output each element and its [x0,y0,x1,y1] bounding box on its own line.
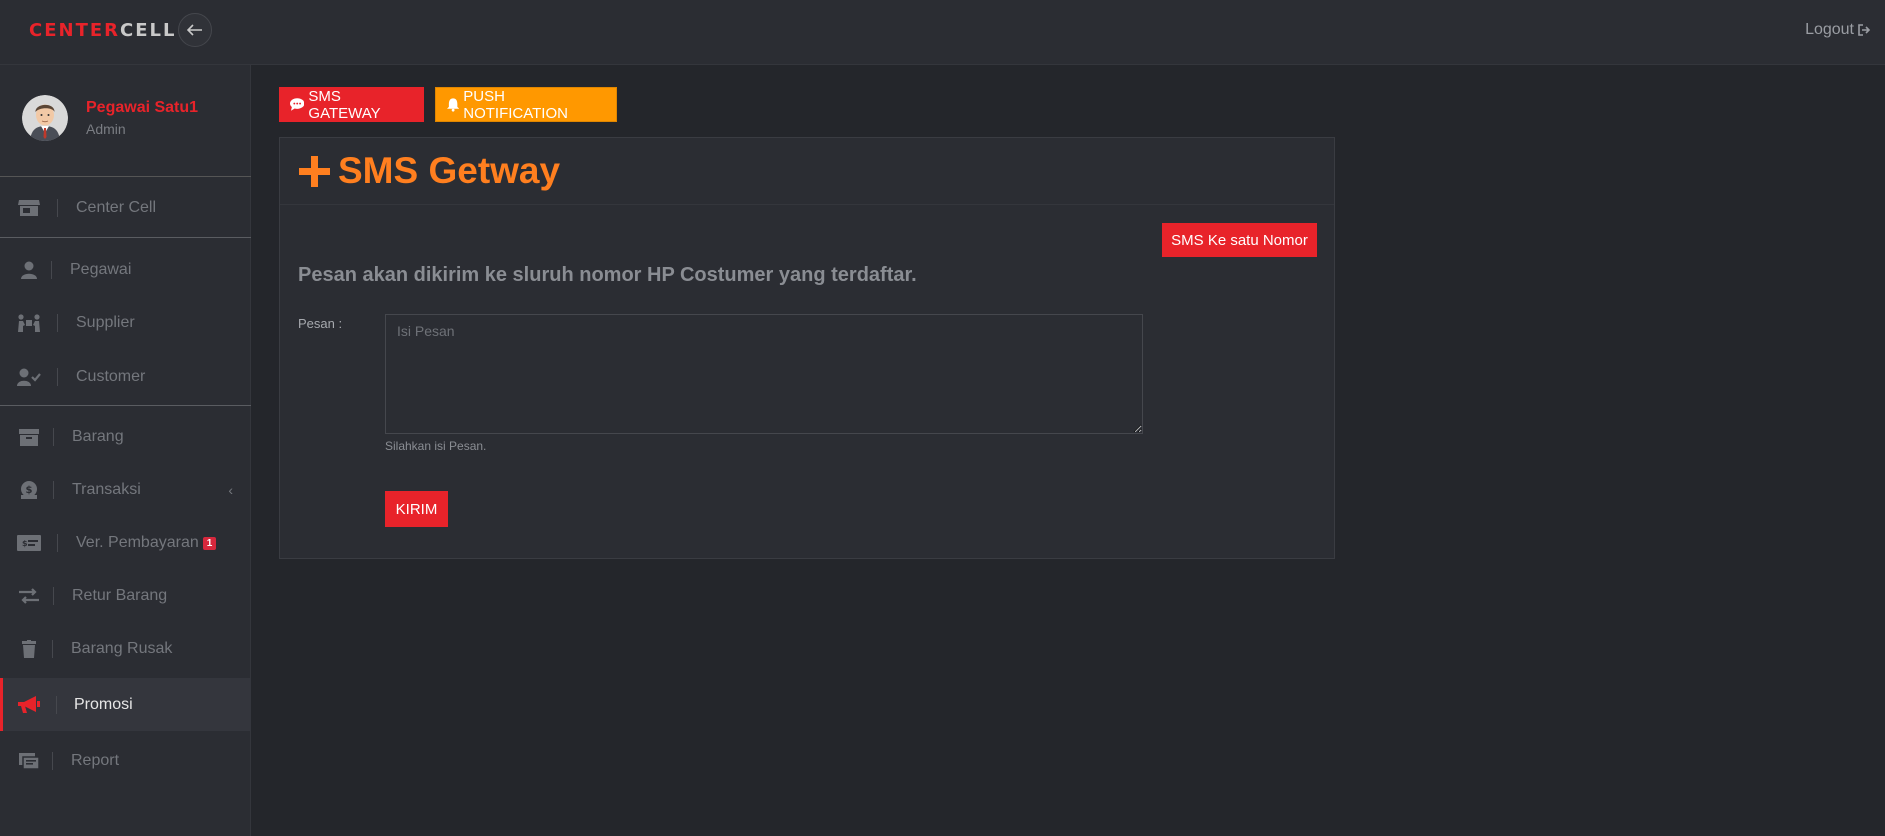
sidebar-item-transaksi[interactable]: $ Transaksi ‹ [0,466,251,514]
sidebar-toggle-button[interactable] [178,13,212,47]
money-check-icon: $ [17,532,41,554]
sidebar-divider [0,405,251,406]
brand-part-center: CENTER [29,20,121,41]
divider [51,261,52,279]
divider [57,534,58,552]
profile-role: Admin [86,121,126,137]
sign-out-icon [1858,24,1871,36]
user-check-icon [17,366,41,388]
notification-badge: 1 [202,537,217,550]
divider [53,481,54,499]
sidebar-item-ver-pembayaran[interactable]: $ Ver. Pembayaran 1 [0,519,251,567]
sidebar: Pegawai Satu1 Admin Center Cell Pegawai … [0,65,251,836]
divider [56,695,57,714]
sidebar-item-barang-rusak[interactable]: Barang Rusak [0,625,251,673]
divider [57,314,58,332]
sidebar-item-label: Pegawai [70,261,132,278]
sidebar-item-label: Center Cell [76,199,157,216]
sidebar-item-label: Ver. Pembayaran 1 [76,534,217,552]
archive-icon [17,426,41,448]
people-carry-icon [17,312,41,334]
sms-gateway-panel: SMS Getway SMS Ke satu Nomor Pesan akan … [279,137,1335,559]
tab-sms-gateway[interactable]: SMS GATEWAY [279,87,424,122]
tab-push-notification[interactable]: PUSH NOTIFICATION [435,87,617,122]
sidebar-item-supplier[interactable]: Supplier [0,299,251,347]
message-label: Pesan : [298,316,343,331]
logout-link[interactable]: Logout [1805,21,1871,39]
store-icon [17,197,41,219]
sidebar-item-label: Report [71,752,120,769]
user-profile: Pegawai Satu1 Admin [0,65,251,177]
tab-label: SMS GATEWAY [308,87,381,122]
sidebar-item-label: Barang [72,428,124,445]
page-title-text: SMS Getway [338,150,561,191]
sidebar-item-label-text: Ver. Pembayaran [76,534,199,551]
divider [52,640,53,658]
send-button[interactable]: KIRIM [385,491,448,527]
tab-label: PUSH NOTIFICATION [463,87,568,122]
money-bag-icon: $ [17,479,41,501]
sidebar-item-label: Transaksi [72,481,141,498]
sidebar-item-promosi[interactable]: Promosi [0,678,251,731]
sidebar-item-barang[interactable]: Barang [0,413,251,461]
brand-part-cell: CELL [120,20,177,41]
bell-icon [447,97,460,112]
sidebar-item-label: Customer [76,368,146,385]
avatar [22,95,68,141]
sidebar-item-center-cell[interactable]: Center Cell [0,184,251,232]
comment-icon [290,98,305,111]
info-text: Pesan akan dikirim ke sluruh nomor HP Co… [298,264,917,286]
sidebar-item-report[interactable]: Report [0,737,251,785]
divider [52,752,53,770]
divider [57,368,58,386]
message-textarea[interactable] [385,314,1143,434]
sidebar-item-label: Retur Barang [72,587,168,604]
report-icon [17,750,41,772]
page-title: SMS Getway [299,150,560,192]
sidebar-item-pegawai[interactable]: Pegawai [0,246,251,294]
profile-name: Pegawai Satu1 [86,99,199,116]
sidebar-item-retur-barang[interactable]: Retur Barang [0,572,251,620]
sidebar-item-customer[interactable]: Customer [0,353,251,401]
message-help-text: Silahkan isi Pesan. [385,439,487,453]
bullhorn-icon [17,694,41,716]
svg-text:$: $ [26,485,33,496]
sidebar-divider [0,237,251,238]
trash-icon [17,638,41,660]
brand-logo[interactable]: CENTERCELL [29,20,176,41]
chevron-left-icon: ‹ [228,482,233,498]
sidebar-item-label: Promosi [74,695,133,713]
panel-header: SMS Getway [280,138,1334,205]
sidebar-item-label: Supplier [76,314,135,331]
top-navbar: CENTERCELL Logout [0,0,1885,65]
svg-text:$: $ [22,539,28,548]
divider [53,587,54,605]
user-icon [17,259,41,281]
arrow-left-icon [187,24,202,36]
divider [53,428,54,446]
sms-single-number-button[interactable]: SMS Ke satu Nomor [1162,223,1317,257]
divider [57,199,58,217]
logout-label: Logout [1805,21,1854,38]
exchange-icon [17,585,41,607]
sidebar-item-label: Barang Rusak [71,640,173,657]
plus-icon [299,155,330,187]
